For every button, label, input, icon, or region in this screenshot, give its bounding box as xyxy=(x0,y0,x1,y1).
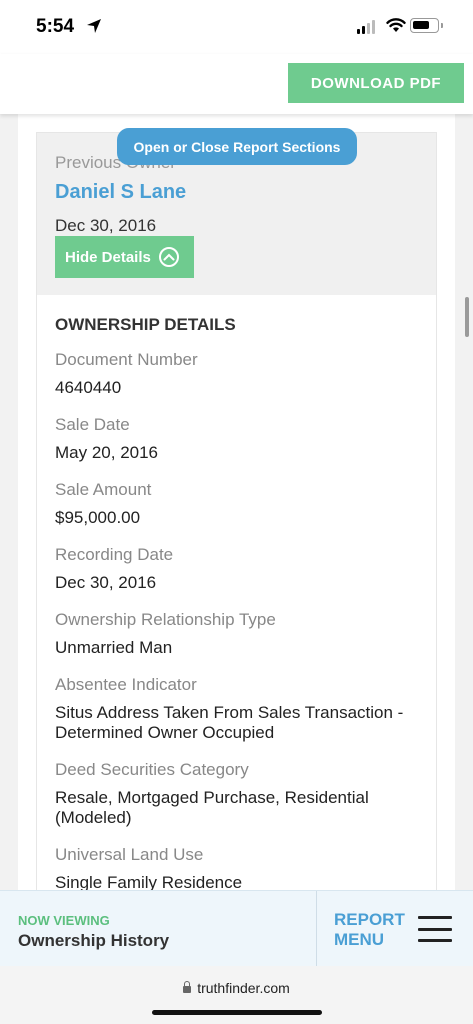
toggle-sections-button[interactable]: Open or Close Report Sections xyxy=(117,128,357,165)
download-pdf-button[interactable]: DOWNLOAD PDF xyxy=(288,63,464,103)
detail-field: Ownership Relationship Type Unmarried Ma… xyxy=(55,610,415,658)
battery-icon xyxy=(410,18,443,33)
scrollbar[interactable] xyxy=(465,297,469,337)
wifi-icon xyxy=(386,18,406,32)
ownership-details: OWNERSHIP DETAILS Document Number 464044… xyxy=(55,315,415,890)
owner-date: Dec 30, 2016 xyxy=(55,216,157,235)
hide-details-label: Hide Details xyxy=(65,248,151,266)
divider xyxy=(316,891,317,967)
report-menu-button[interactable]: REPORT MENU xyxy=(334,910,414,950)
home-indicator[interactable] xyxy=(152,1010,322,1015)
field-label: Universal Land Use xyxy=(55,845,204,864)
details-title: OWNERSHIP DETAILS xyxy=(55,315,236,334)
owner-name-link[interactable]: Daniel S Lane xyxy=(55,181,186,204)
detail-field: Sale Date May 20, 2016 xyxy=(55,415,415,463)
detail-field: Sale Amount $95,000.00 xyxy=(55,480,415,528)
hide-details-button[interactable]: Hide Details xyxy=(55,236,194,278)
app-header: DOWNLOAD PDF xyxy=(0,54,473,114)
field-value: Single Family Residence xyxy=(55,873,243,890)
bottom-nav-bar: NOW VIEWING Ownership History REPORT MEN… xyxy=(0,890,473,967)
field-value: Situs Address Taken From Sales Transacti… xyxy=(55,703,404,742)
field-label: Ownership Relationship Type xyxy=(55,610,276,629)
browser-url-bar: truthfinder.com xyxy=(0,966,473,1024)
field-label: Deed Securities Category xyxy=(55,760,249,779)
field-label: Sale Date xyxy=(55,415,130,434)
detail-field: Deed Securities Category Resale, Mortgag… xyxy=(55,760,415,828)
hamburger-menu-icon[interactable] xyxy=(418,916,452,942)
report-menu-line1: REPORT xyxy=(334,910,405,929)
field-label: Sale Amount xyxy=(55,480,152,499)
field-label: Recording Date xyxy=(55,545,174,564)
status-bar: 5:54 xyxy=(0,0,473,54)
report-menu-line2: MENU xyxy=(334,930,385,949)
field-value: 4640440 xyxy=(55,378,122,397)
field-value: Unmarried Man xyxy=(55,638,173,657)
field-label: Absentee Indicator xyxy=(55,675,197,694)
url-display[interactable]: truthfinder.com xyxy=(0,980,473,996)
cellular-signal-icon xyxy=(357,20,375,34)
current-section: Ownership History xyxy=(18,931,170,950)
lock-icon xyxy=(183,981,192,993)
field-value: May 20, 2016 xyxy=(55,443,159,462)
detail-field: Universal Land Use Single Family Residen… xyxy=(55,845,415,890)
detail-field: Document Number 4640440 xyxy=(55,350,415,398)
report-content: Previous Owner Daniel S Lane Dec 30, 201… xyxy=(18,114,455,890)
field-label: Document Number xyxy=(55,350,198,369)
field-value: $95,000.00 xyxy=(55,508,141,527)
now-viewing-label: NOW VIEWING xyxy=(18,913,110,928)
location-arrow-icon xyxy=(87,19,101,33)
detail-field: Absentee Indicator Situs Address Taken F… xyxy=(55,675,415,743)
field-value: Resale, Mortgaged Purchase, Residential … xyxy=(55,788,369,827)
field-value: Dec 30, 2016 xyxy=(55,573,157,592)
chevron-up-icon xyxy=(158,247,179,267)
detail-field: Recording Date Dec 30, 2016 xyxy=(55,545,415,593)
ownership-card: Previous Owner Daniel S Lane Dec 30, 201… xyxy=(36,132,437,890)
url-text: truthfinder.com xyxy=(197,980,290,996)
status-time: 5:54 xyxy=(36,16,75,37)
